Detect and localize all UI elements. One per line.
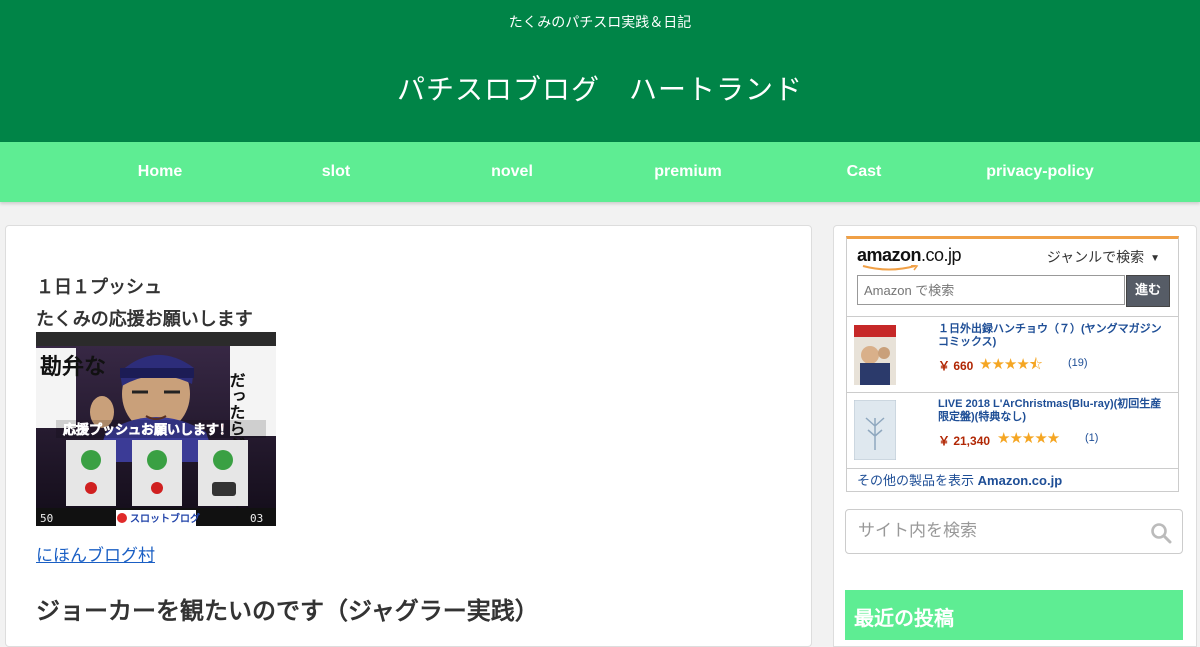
amazon-smile-icon [862, 265, 919, 271]
nihon-blog-village-link[interactable]: にほんブログ村 [36, 541, 155, 566]
product-title[interactable]: １日外出録ハンチョウ（７）(ヤングマガジンコミックス) [938, 323, 1170, 349]
nav-item-home[interactable]: Home [72, 142, 248, 202]
nav-item-novel[interactable]: novel [424, 142, 600, 202]
chevron-down-icon: ▼ [1150, 253, 1160, 264]
main-navigation: Home slot novel premium Cast privacy-pol… [0, 142, 1200, 202]
divider [847, 316, 1178, 317]
product-rating-stars: ★★★★⯪ [979, 356, 1043, 373]
banner-text-line-1: １日１プッシュ [36, 277, 162, 298]
amazon-footer-prefix: その他の製品を表示 [857, 473, 975, 488]
site-tagline: たくみのパチスロ実践＆日記 [508, 15, 692, 31]
product-title[interactable]: LIVE 2018 L'ArChristmas(Blu-ray)(初回生産限定盤… [938, 398, 1170, 424]
amazon-genre-label: ジャンルで検索 [1046, 249, 1145, 265]
banner-illustration: 勘弁な だったらジャグラー 応援プッシュお願いします！ 50 03 スロットブロ… [36, 332, 276, 526]
product-thumbnail-manga[interactable] [854, 325, 896, 385]
product-price: ￥ 21,340 [938, 434, 991, 448]
product-review-count[interactable]: (1) [1085, 432, 1098, 444]
amazon-search-input[interactable] [857, 275, 1125, 305]
amazon-logo-text: amazon [857, 245, 922, 265]
nav-item-premium[interactable]: premium [600, 142, 776, 202]
amazon-footer-store: Amazon.co.jp [977, 473, 1063, 488]
divider [847, 468, 1178, 469]
banner-side-text-left: 勘弁な [40, 354, 106, 380]
amazon-product-item[interactable]: １日外出録ハンチョウ（７）(ヤングマガジンコミックス) ￥ 660 ★★★★⯪ … [847, 319, 1178, 393]
site-search-input[interactable]: サイト内を検索 [845, 509, 1183, 554]
product-price: ￥ 660 [938, 359, 974, 373]
nav-item-cast[interactable]: Cast [776, 142, 952, 202]
site-title: パチスロブログ ハートランド [0, 68, 1200, 108]
main-content: １日１プッシュ たくみの応援お願いします 勘弁な 応援プッシュお願いします！ 5… [5, 225, 812, 647]
amazon-logo-tld: .co.jp [921, 245, 962, 265]
banner-counter-right: 03 [250, 512, 263, 525]
amazon-go-button[interactable]: 進む [1126, 275, 1170, 307]
entry-title[interactable]: ジョーカーを観たいのです（ジャグラー実践） [36, 591, 539, 626]
divider [847, 392, 1178, 393]
product-review-count[interactable]: (19) [1068, 357, 1088, 369]
blog-ranking-banner-image[interactable]: 勘弁な だったらジャグラー 応援プッシュお願いします！ 50 03 スロットブロ… [36, 332, 276, 526]
site-header: たくみのパチスロ実践＆日記 パチスロブログ ハートランド [0, 0, 1200, 142]
amazon-more-products-link[interactable]: その他の製品を表示 Amazon.co.jp [857, 470, 1062, 489]
amazon-logo[interactable]: amazon.co.jp [857, 245, 962, 266]
product-rating-stars: ★★★★★ [997, 430, 1060, 447]
amazon-search-widget: amazon.co.jp ジャンルで検索 ▼ 進む １日外出録ハンチョウ（７）(ヤ… [846, 236, 1179, 492]
search-icon[interactable] [1150, 522, 1172, 544]
banner-caption: 応援プッシュお願いします！ [63, 422, 232, 438]
recent-posts-heading: 最近の投稿 [845, 590, 1183, 640]
amazon-product-item[interactable]: LIVE 2018 L'ArChristmas(Blu-ray)(初回生産限定盤… [847, 394, 1178, 468]
product-thumbnail-bluray[interactable] [854, 400, 896, 460]
amazon-genre-dropdown[interactable]: ジャンルで検索 ▼ [1047, 247, 1160, 267]
banner-badge: スロットブログ [130, 512, 200, 525]
banner-counter-left: 50 [40, 512, 53, 525]
banner-text-line-2: たくみの応援お願いします [36, 309, 253, 330]
site-title-link[interactable]: パチスロブログ ハートランド [397, 73, 803, 106]
nav-item-slot[interactable]: slot [248, 142, 424, 202]
nav-item-privacy-policy[interactable]: privacy-policy [952, 142, 1128, 202]
